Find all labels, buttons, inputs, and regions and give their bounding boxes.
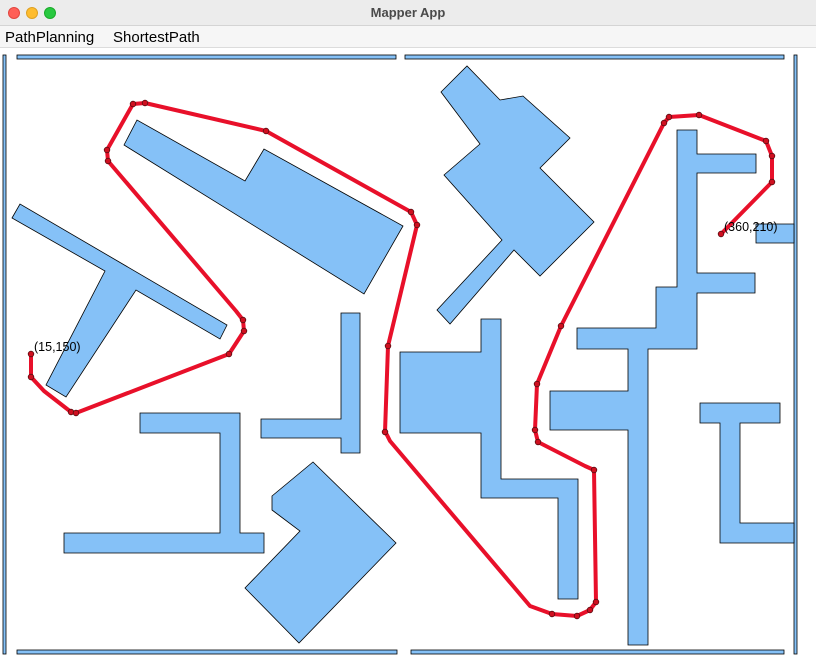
obstacle (549, 129, 757, 646)
obstacle (123, 119, 404, 295)
map-canvas[interactable]: (15,150) (360,210) (0, 48, 816, 671)
obstacle (63, 412, 265, 554)
menu-pathplanning[interactable]: PathPlanning (5, 29, 94, 46)
obstacle (699, 402, 795, 544)
obstacle (244, 461, 397, 644)
obstacle (260, 312, 361, 454)
wall-bottom-left (16, 649, 398, 655)
goal-coordinate-label: (360,210) (724, 220, 778, 234)
wall-bottom-right (410, 649, 785, 655)
start-coordinate-label: (15,150) (34, 340, 81, 354)
wall-top-left (16, 54, 397, 60)
window-title: Mapper App (370, 5, 446, 20)
obstacle (436, 65, 595, 325)
title-bar: Mapper App (0, 0, 816, 26)
wall-left (2, 54, 7, 655)
wall-top-right (404, 54, 785, 60)
menu-bar: PathPlanning ShortestPath (0, 26, 816, 48)
wall-right (793, 54, 798, 655)
menu-shortestpath[interactable]: ShortestPath (113, 29, 200, 46)
